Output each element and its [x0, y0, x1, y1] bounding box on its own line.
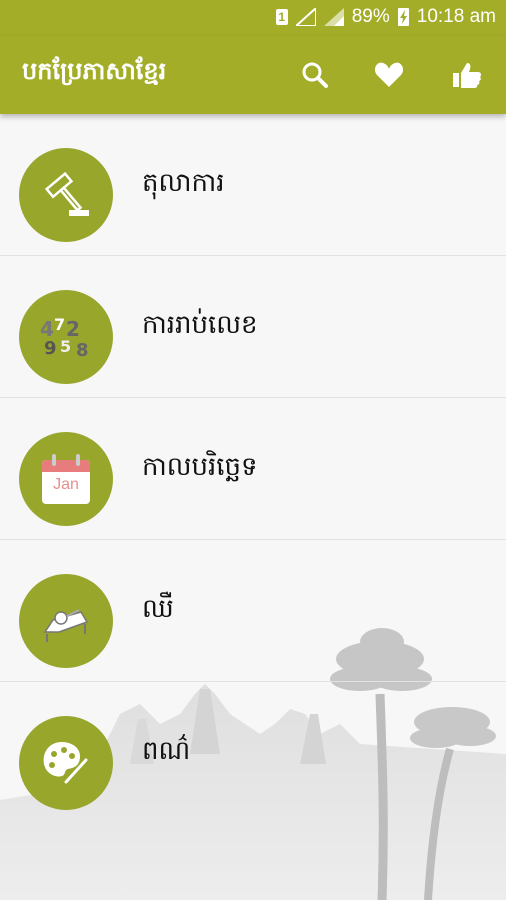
thumbs-up-icon [453, 63, 482, 88]
heart-icon [374, 62, 404, 87]
category-list: តុលាការ 4 7 2 9 5 8 ការរាប់លេខ Jan កាលបរ… [0, 114, 506, 823]
favorites-button[interactable] [372, 58, 406, 92]
signal-icon-2 [323, 8, 344, 26]
svg-text:9: 9 [44, 338, 57, 359]
category-icon-circle [19, 716, 113, 810]
search-button[interactable] [298, 58, 332, 92]
sick-bed-icon [43, 609, 89, 642]
list-item[interactable]: 4 7 2 9 5 8 ការរាប់លេខ [0, 256, 506, 398]
category-label: តុលាការ [142, 168, 225, 198]
category-label: កាលបរិច្ឆេទ [142, 452, 258, 482]
svg-text:7: 7 [54, 315, 65, 334]
like-button[interactable] [450, 58, 484, 92]
list-item[interactable]: តុលាការ [0, 114, 506, 256]
list-item[interactable]: Jan កាលបរិច្ឆេទ [0, 398, 506, 540]
numbers-icon: 4 7 2 9 5 8 [40, 315, 89, 361]
calendar-icon: Jan [42, 454, 90, 504]
app-bar: បកប្រែភាសាខ្មែរ [0, 36, 506, 114]
category-label: ពណ៌ [142, 736, 191, 766]
category-icon-circle: 4 7 2 9 5 8 [19, 290, 113, 384]
category-label: ឈឺ [142, 594, 174, 624]
search-icon [302, 62, 328, 88]
calendar-month-text: Jan [53, 476, 79, 493]
status-bar: 1 89% 10:18 am [0, 0, 506, 36]
category-icon-circle [19, 148, 113, 242]
app-title: បកប្រែភាសាខ្មែរ [22, 57, 167, 85]
category-icon-circle: Jan [19, 432, 113, 526]
list-item[interactable]: ឈឺ [0, 540, 506, 682]
svg-text:8: 8 [76, 340, 89, 361]
svg-text:5: 5 [60, 337, 71, 356]
battery-percent: 89% [351, 6, 390, 27]
palette-icon [43, 742, 88, 784]
signal-icon-1 [295, 8, 316, 26]
gavel-icon [44, 171, 89, 216]
category-label: ការរាប់លេខ [142, 310, 258, 340]
sim-icon: 1 [275, 9, 288, 25]
list-item[interactable]: ពណ៌ [0, 682, 506, 823]
clock: 10:18 am [416, 6, 496, 27]
category-icon-circle [19, 574, 113, 668]
battery-charging-icon [397, 8, 409, 26]
